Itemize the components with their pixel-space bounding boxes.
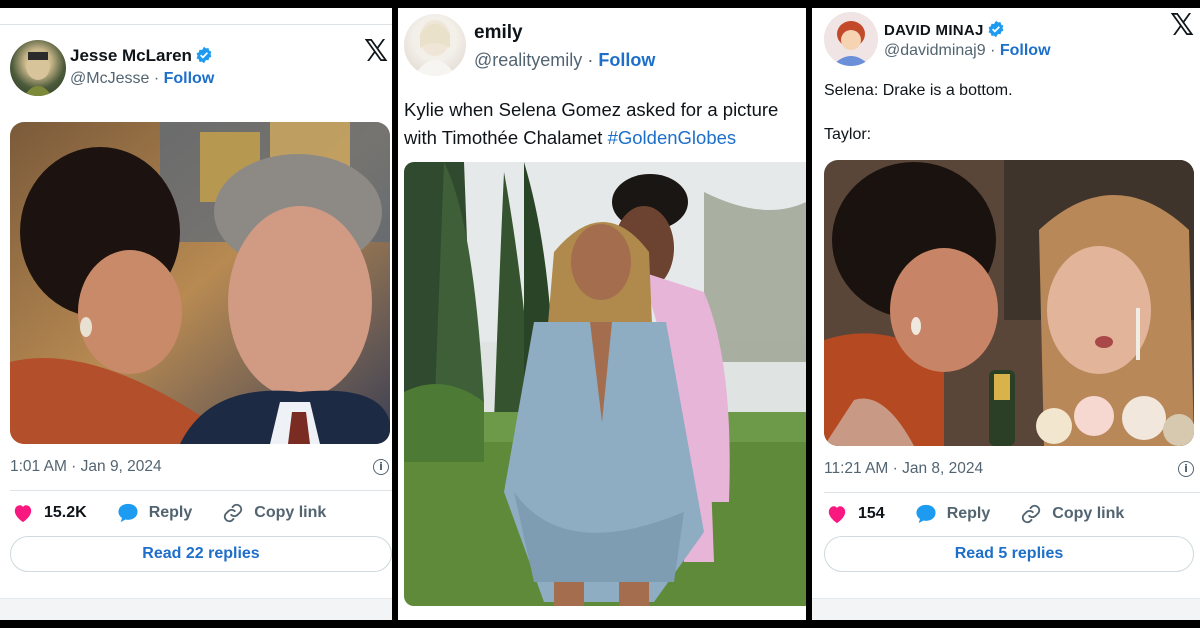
- tweet-text-line: with Timothée Chalamet: [404, 127, 608, 148]
- tweet-card-emily: emily @realityemily · Follow Kylie when …: [398, 8, 806, 620]
- copy-link-label: Copy link: [1052, 505, 1125, 522]
- follow-button[interactable]: Follow: [164, 70, 215, 87]
- copy-link-label: Copy link: [254, 504, 327, 521]
- info-icon[interactable]: i: [1178, 461, 1194, 477]
- x-logo-icon[interactable]: 𝕏: [1170, 8, 1194, 43]
- read-replies-button[interactable]: Read 22 replies: [10, 536, 392, 572]
- user-handle[interactable]: @realityemily: [474, 50, 582, 70]
- reply-label: Reply: [946, 505, 991, 522]
- heart-icon: [14, 505, 32, 523]
- divider: [10, 490, 392, 491]
- verified-badge-icon: [987, 20, 1005, 42]
- timestamp[interactable]: 1:01 AM · Jan 9, 2024: [10, 458, 162, 476]
- user-handle[interactable]: @davidminaj9: [884, 42, 986, 59]
- tweet-text-line: Taylor:: [824, 126, 872, 143]
- handle-line: @McJesse · Follow: [70, 70, 215, 87]
- reply-button[interactable]: Reply: [117, 503, 193, 523]
- display-name[interactable]: Jesse McLaren: [70, 46, 213, 69]
- reply-button[interactable]: Reply: [915, 504, 991, 524]
- x-logo-icon[interactable]: 𝕏: [364, 34, 388, 69]
- info-icon[interactable]: i: [373, 459, 389, 475]
- heart-icon: [828, 506, 846, 524]
- tweet-text: Kylie when Selena Gomez asked for a pict…: [404, 96, 778, 152]
- reply-bubble-icon: [916, 504, 936, 524]
- divider: [824, 492, 1200, 493]
- avatar[interactable]: [824, 12, 878, 66]
- like-button[interactable]: 15.2K: [12, 503, 87, 523]
- like-count: 15.2K: [44, 504, 87, 521]
- display-name[interactable]: emily: [474, 22, 523, 44]
- tweet-text-line: Kylie when Selena Gomez asked for a pict…: [404, 99, 779, 120]
- user-handle[interactable]: @McJesse: [70, 70, 149, 87]
- verified-badge-icon: [195, 46, 213, 69]
- tweet-card-jesse: Jesse McLaren @McJesse · Follow 𝕏 1:01 A…: [0, 8, 392, 620]
- like-count: 154: [858, 505, 885, 522]
- tweet-photo[interactable]: [10, 122, 390, 444]
- like-button[interactable]: 154: [826, 504, 885, 524]
- reply-label: Reply: [148, 504, 193, 521]
- hashtag-link[interactable]: #GoldenGlobes: [608, 127, 737, 148]
- footer-band: [812, 598, 1200, 620]
- read-replies-button[interactable]: Read 5 replies: [824, 536, 1194, 572]
- copy-link-button[interactable]: Copy link: [1020, 503, 1124, 525]
- display-name[interactable]: DAVID MINAJ: [884, 20, 1005, 42]
- link-icon: [224, 503, 243, 523]
- tweet-photo[interactable]: [404, 162, 806, 606]
- tweet-photo[interactable]: [824, 160, 1194, 446]
- copy-link-button[interactable]: Copy link: [222, 502, 326, 524]
- follow-button[interactable]: Follow: [598, 50, 655, 70]
- divider: [0, 24, 392, 25]
- reply-bubble-icon: [118, 503, 138, 523]
- avatar[interactable]: [404, 14, 466, 76]
- tweet-card-david: DAVID MINAJ @davidminaj9 · Follow 𝕏 Sele…: [812, 8, 1200, 620]
- footer-band: [0, 598, 392, 620]
- action-bar: 154 Reply Copy link: [826, 503, 1154, 525]
- tweet-text-line: Selena: Drake is a bottom.: [824, 82, 1013, 99]
- handle-line: @realityemily · Follow: [474, 50, 656, 70]
- link-icon: [1022, 504, 1041, 524]
- follow-button[interactable]: Follow: [1000, 42, 1051, 59]
- handle-line: @davidminaj9 · Follow: [884, 42, 1051, 59]
- action-bar: 15.2K Reply Copy link: [12, 502, 356, 524]
- timestamp[interactable]: 11:21 AM · Jan 8, 2024: [824, 460, 983, 478]
- avatar[interactable]: [10, 40, 66, 96]
